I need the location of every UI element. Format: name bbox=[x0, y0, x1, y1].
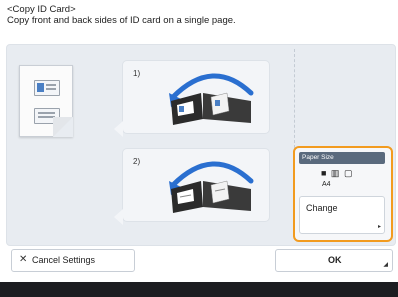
cancel-settings-button[interactable]: ✕ Cancel Settings bbox=[11, 249, 135, 272]
scanner-back-icon bbox=[169, 161, 254, 213]
step-2-panel: 2) bbox=[114, 148, 270, 225]
page-description: Copy front and back sides of ID card on … bbox=[7, 15, 236, 26]
id-card-front-icon bbox=[34, 80, 60, 96]
paper-size-value: A4 bbox=[322, 181, 331, 188]
page-fold-icon bbox=[53, 117, 73, 137]
text-line bbox=[46, 88, 56, 90]
step-1-panel: 1) bbox=[114, 60, 270, 137]
bottom-status-bar bbox=[0, 282, 398, 297]
paper-size-icon: ■ ▥ ▢ bbox=[321, 168, 354, 178]
change-button-label: Change bbox=[306, 203, 338, 213]
step-pointer bbox=[114, 121, 123, 137]
text-line bbox=[38, 112, 55, 114]
output-document-icon bbox=[19, 65, 73, 137]
close-icon: ✕ bbox=[19, 254, 28, 265]
header: <Copy ID Card> Copy front and back sides… bbox=[7, 4, 387, 26]
text-line bbox=[46, 84, 56, 86]
id-photo-icon bbox=[37, 83, 44, 92]
ok-button[interactable]: OK ◢ bbox=[275, 249, 393, 272]
corner-arrow-icon: ◢ bbox=[383, 262, 388, 268]
step-label: 1) bbox=[133, 69, 141, 78]
cancel-settings-label: Cancel Settings bbox=[32, 255, 96, 265]
step-label: 2) bbox=[133, 157, 141, 166]
page-title: <Copy ID Card> bbox=[7, 4, 76, 15]
change-paper-size-button[interactable]: Change ▸ bbox=[299, 196, 385, 234]
corner-arrow-icon: ▸ bbox=[377, 224, 381, 230]
scanner-front-icon bbox=[169, 73, 254, 125]
ok-label: OK bbox=[328, 255, 342, 265]
paper-size-panel: Paper Size ■ ▥ ▢ A4 Change ▸ bbox=[293, 146, 393, 242]
step-pointer bbox=[114, 209, 123, 225]
paper-size-title: Paper Size bbox=[299, 152, 385, 164]
